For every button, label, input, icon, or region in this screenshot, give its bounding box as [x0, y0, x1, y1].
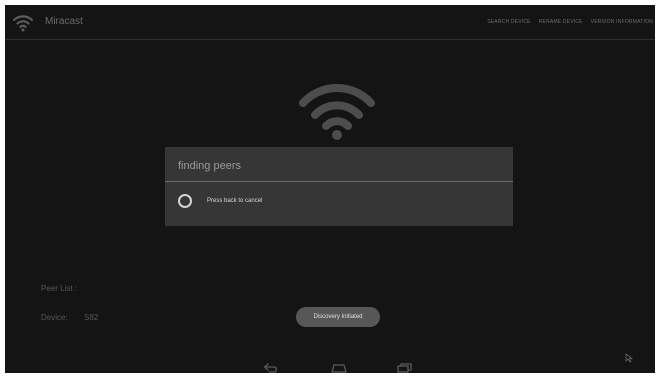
app-title: Miracast — [45, 16, 83, 27]
action-menu: SEARCH DEVICE RENAME DEVICE VERSION INFO… — [487, 19, 653, 25]
dialog-message: Press back to cancel — [207, 198, 263, 204]
back-icon[interactable] — [263, 363, 281, 373]
mouse-cursor-icon — [625, 353, 633, 363]
version-information-menu-item[interactable]: VERSION INFORMATION — [591, 19, 653, 25]
rename-device-menu-item[interactable]: RENAME DEVICE — [539, 19, 583, 25]
peer-list-label: Peer List : — [41, 284, 78, 293]
wifi-icon — [12, 15, 34, 32]
progress-spinner-icon — [178, 194, 192, 208]
device-name: S82 — [84, 313, 99, 322]
device-label: Device: — [41, 313, 68, 322]
dialog-divider — [165, 181, 513, 182]
dialog-title: finding peers — [178, 160, 241, 172]
finding-peers-dialog: finding peers Press back to cancel — [165, 147, 513, 226]
device-screen: Miracast SEARCH DEVICE RENAME DEVICE VER… — [5, 5, 655, 373]
home-icon[interactable] — [330, 363, 348, 373]
recents-icon[interactable] — [396, 363, 414, 373]
action-bar: Miracast SEARCH DEVICE RENAME DEVICE VER… — [5, 5, 655, 40]
discovery-toast: Discovery Initiated — [296, 307, 380, 327]
search-device-menu-item[interactable]: SEARCH DEVICE — [487, 19, 530, 25]
wifi-icon — [299, 83, 375, 140]
